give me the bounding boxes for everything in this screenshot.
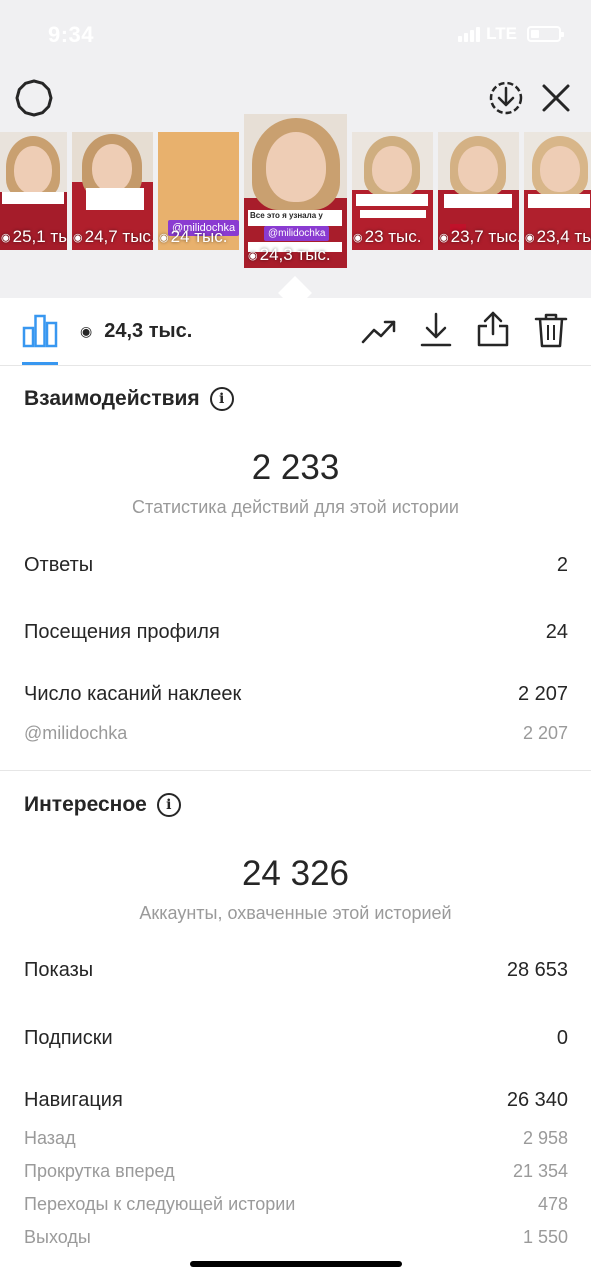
- metric-row: Подписки 0: [24, 1027, 568, 1050]
- metric-subvalue: 478: [537, 1194, 568, 1214]
- views-total-value: 24,3 тыс.: [104, 320, 193, 342]
- story-thumbnail-selected[interactable]: Все это я узнала у @milidochka ◉ 24,3 тыс…: [244, 114, 347, 268]
- metric-label: Посещения профиля: [24, 621, 220, 643]
- story-views: ◉ 23,7 тыс.: [439, 227, 519, 246]
- trending-icon[interactable]: [361, 316, 397, 346]
- metric-subvalue: 2 958: [522, 1128, 568, 1148]
- metric-subrow: Назад 2 958: [24, 1128, 568, 1149]
- interactions-total: 2 233: [251, 448, 340, 487]
- share-icon[interactable]: [476, 310, 510, 348]
- signal-icon: [458, 26, 481, 42]
- metric-label: Подписки: [24, 1027, 113, 1049]
- discovery-title: Интересное i: [24, 793, 181, 817]
- metric-label: Ответы: [24, 554, 94, 576]
- metric-row: Посещения профиля 24: [24, 621, 568, 644]
- discovery-title-text: Интересное: [24, 793, 147, 816]
- metric-row: Ответы 2: [24, 554, 568, 577]
- story-views: ◉25,1 тыс.: [1, 227, 67, 246]
- views-total: ◉ 24,3 тыс.: [80, 320, 192, 343]
- interactions-title-text: Взаимодействия: [24, 387, 200, 410]
- metric-label: Навигация: [24, 1089, 123, 1111]
- bar-chart-icon[interactable]: [22, 314, 58, 348]
- metric-subvalue: 2 207: [522, 723, 568, 743]
- story-thumbnail[interactable]: ◉ 23,7 тыс.: [438, 132, 519, 250]
- metric-value: 0: [556, 1027, 568, 1049]
- insights-toolbar: ◉ 24,3 тыс.: [0, 298, 591, 366]
- metric-value: 2 207: [517, 683, 568, 705]
- discovery-total: 24 326: [241, 854, 350, 893]
- story-thumbnail[interactable]: ◉ 24,7 тыс.: [72, 132, 153, 250]
- metric-label: Число касаний наклеек: [24, 683, 242, 705]
- status-time: 9:34: [48, 22, 95, 47]
- settings-icon[interactable]: [14, 78, 54, 118]
- story-views: ◉ 24,7 тыс.: [73, 227, 153, 246]
- interactions-title: Взаимодействия i: [24, 387, 234, 411]
- download-icon[interactable]: [420, 312, 452, 348]
- metric-sublabel: Прокрутка вперед: [24, 1161, 175, 1181]
- metric-subrow: Прокрутка вперед 21 354: [24, 1161, 568, 1182]
- metric-sublabel: Переходы к следующей истории: [24, 1194, 296, 1214]
- info-icon[interactable]: i: [156, 793, 181, 817]
- active-tab-indicator: [22, 362, 58, 365]
- story-caption: Все это я узнала у: [250, 211, 323, 220]
- network-label: LTE: [486, 24, 517, 43]
- story-views: ◉ 23 тыс.: [353, 227, 422, 246]
- metric-subrow: @milidochka 2 207: [24, 723, 568, 744]
- metric-value: 24: [545, 621, 568, 643]
- metric-value: 26 340: [506, 1089, 568, 1111]
- metric-subrow: Выходы 1 550: [24, 1227, 568, 1248]
- interactions-caption: Статистика действий для этой истории: [132, 497, 459, 517]
- metric-row: Навигация 26 340: [24, 1089, 568, 1112]
- metric-sublabel: Назад: [24, 1128, 76, 1148]
- insights-panel: ◉ 24,3 тыс. Взаимодействия i 2 233 Стати…: [0, 298, 591, 1280]
- story-thumbnail[interactable]: ◉ 23 тыс.: [352, 132, 433, 250]
- metric-row: Число касаний наклеек 2 207: [24, 683, 568, 706]
- metric-subvalue: 1 550: [522, 1227, 568, 1247]
- section-divider: [0, 770, 591, 771]
- discovery-caption: Аккаунты, охваченные этой историей: [139, 903, 452, 923]
- metric-label: Показы: [24, 959, 94, 981]
- mention-tag: @milidochka: [264, 226, 330, 241]
- info-icon[interactable]: i: [209, 387, 234, 411]
- metric-subrow: Переходы к следующей истории 478: [24, 1194, 568, 1215]
- story-views: ◉ 24,3 тыс.: [248, 245, 331, 264]
- metric-sublabel: Выходы: [24, 1227, 91, 1247]
- download-circle-icon[interactable]: [486, 78, 526, 118]
- story-views: ◉23,4 тыс.: [525, 227, 591, 246]
- trash-icon[interactable]: [534, 312, 568, 348]
- story-thumbnail[interactable]: ◉25,1 тыс.: [0, 132, 67, 250]
- status-indicators: LTE: [458, 24, 564, 44]
- home-indicator[interactable]: [190, 1261, 402, 1267]
- metric-value: 2: [556, 554, 568, 576]
- story-preview-area: 9:34 LTE ◉25,1 тыс.: [0, 0, 591, 298]
- metric-row: Показы 28 653: [24, 959, 568, 982]
- metric-sublabel: @milidochka: [24, 723, 128, 743]
- battery-icon: [527, 26, 564, 42]
- close-icon[interactable]: [538, 80, 574, 116]
- status-bar: 9:34 LTE: [0, 0, 591, 70]
- stories-strip: ◉25,1 тыс. ◉24,7 тыс. @milidochka ◉24 ты…: [0, 114, 591, 274]
- story-thumbnail[interactable]: ◉23,4 тыс.: [524, 132, 591, 250]
- story-views: ◉ 24 тыс.: [159, 227, 228, 246]
- metric-value: 28 653: [506, 959, 568, 981]
- story-thumbnail[interactable]: @milidochka ◉ 24 тыс.: [158, 132, 239, 250]
- metric-subvalue: 21 354: [512, 1161, 568, 1181]
- eye-icon: ◉: [80, 323, 93, 339]
